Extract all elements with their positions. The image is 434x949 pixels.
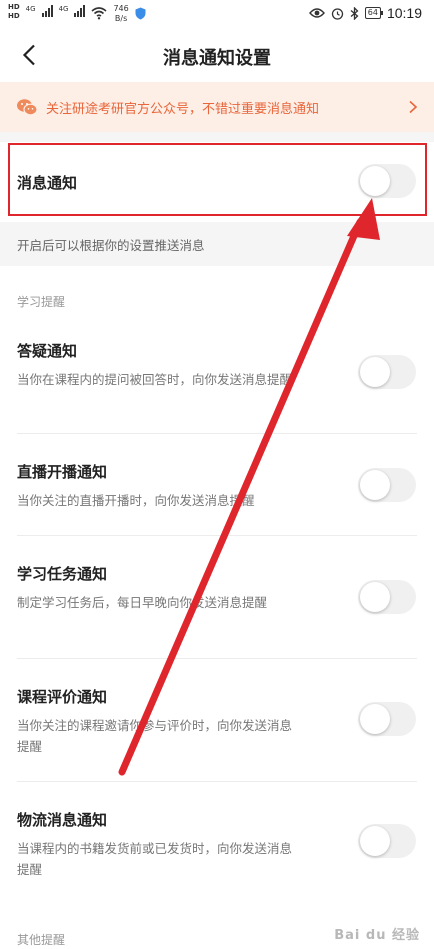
network-type: 4G [25, 5, 36, 13]
section-gap [0, 132, 434, 142]
qa-notification-toggle[interactable] [358, 355, 416, 389]
setting-title: 答疑通知 [17, 342, 78, 360]
chevron-right-icon [409, 100, 418, 114]
wechat-follow-banner[interactable]: 关注研途考研官方公众号，不错过重要消息通知 [0, 82, 434, 132]
task-notification-toggle[interactable] [358, 580, 416, 614]
signal-icon [41, 5, 53, 17]
setting-item-live: 直播开播通知 当你关注的直播开播时，向你发送消息提醒 [0, 434, 434, 536]
clock: 10:19 [386, 5, 422, 21]
hd-indicators: HD HD [8, 3, 20, 20]
review-notification-toggle[interactable] [358, 702, 416, 736]
network-type: 4G [58, 5, 69, 13]
shield-icon [135, 7, 146, 20]
annotation-highlight-box [8, 143, 427, 216]
section-label-study: 学习提醒 [17, 295, 66, 309]
setting-description: 当课程内的书籍发货前或已发货时，向你发送消息提醒 [17, 841, 293, 877]
setting-item-task: 学习任务通知 制定学习任务后，每日早晚向你发送消息提醒 [0, 536, 434, 659]
bluetooth-icon [350, 6, 359, 20]
setting-title: 直播开播通知 [17, 463, 108, 481]
setting-title: 课程评价通知 [17, 688, 108, 706]
master-notification-description: 开启后可以根据你的设置推送消息 [0, 222, 434, 266]
setting-title: 学习任务通知 [17, 565, 108, 583]
app-header: 消息通知设置 [0, 28, 434, 82]
signal-icon [74, 5, 86, 17]
network-speed: 746 B/s [113, 4, 129, 23]
status-bar: HD HD 4G 4G 746 B/s 64 10:19 [0, 0, 434, 28]
setting-item-review: 课程评价通知 当你关注的课程邀请你参与评价时，向你发送消息提醒 [0, 659, 434, 782]
setting-description: 当你关注的课程邀请你参与评价时，向你发送消息提醒 [17, 718, 293, 754]
status-left: HD HD 4G 4G 746 B/s [8, 3, 146, 23]
setting-description: 当你在课程内的提问被回答时，向你发送消息提醒 [17, 372, 293, 387]
wifi-icon [91, 7, 107, 20]
banner-text: 关注研途考研官方公众号，不错过重要消息通知 [46, 101, 320, 117]
eye-icon [308, 8, 325, 18]
status-right: 64 10:19 [308, 5, 422, 21]
alarm-icon [331, 7, 343, 20]
page-title: 消息通知设置 [163, 48, 271, 69]
setting-item-logistics: 物流消息通知 当课程内的书籍发货前或已发货时，向你发送消息提醒 [0, 782, 434, 900]
setting-item-qa: 答疑通知 当你在课程内的提问被回答时，向你发送消息提醒 [0, 320, 434, 434]
master-description-text: 开启后可以根据你的设置推送消息 [17, 238, 205, 253]
setting-title: 物流消息通知 [17, 811, 108, 829]
hd-badge: HD [8, 12, 20, 20]
battery-level: 64 [364, 7, 384, 19]
hd-badge: HD [8, 3, 20, 11]
logistics-notification-toggle[interactable] [358, 824, 416, 858]
section-label-other: 其他提醒 [17, 933, 66, 947]
setting-description: 当你关注的直播开播时，向你发送消息提醒 [17, 493, 255, 508]
live-notification-toggle[interactable] [358, 468, 416, 502]
wechat-icon [17, 99, 38, 116]
setting-description: 制定学习任务后，每日早晚向你发送消息提醒 [17, 595, 268, 610]
watermark: Bai du 经验 [334, 928, 420, 943]
